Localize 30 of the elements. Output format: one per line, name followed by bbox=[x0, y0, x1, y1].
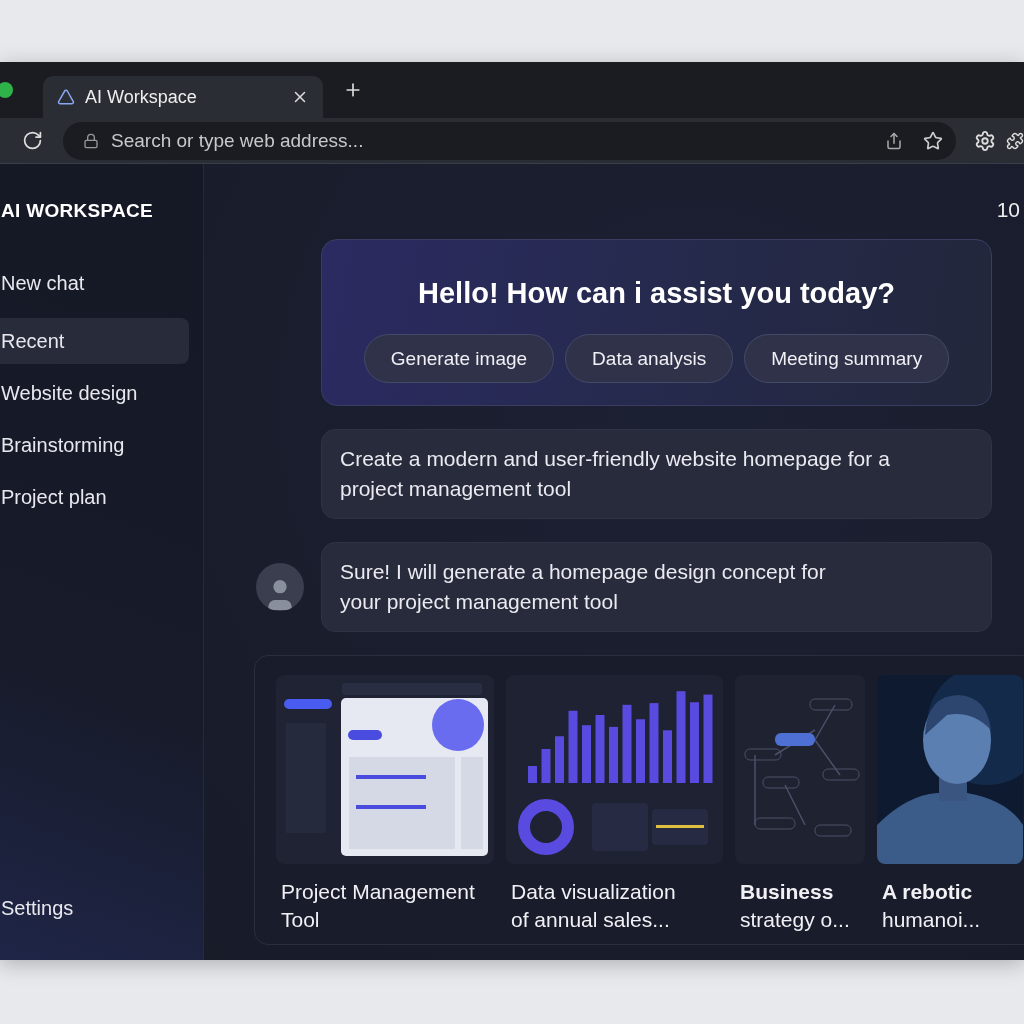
image-caption[interactable]: Data visualization of annual sales... bbox=[506, 878, 723, 934]
assistant-message: Sure! I will generate a homepage design concept for your project management tool bbox=[321, 542, 992, 632]
sidebar-item[interactable]: Recent bbox=[0, 318, 189, 364]
settings-item[interactable]: Settings bbox=[0, 885, 189, 931]
lock-icon bbox=[83, 132, 99, 149]
browser-tab[interactable]: AI Workspace bbox=[43, 76, 323, 118]
sidebar-title: AI WORKSPACE bbox=[0, 200, 155, 222]
sidebar-item[interactable]: Brainstorming bbox=[0, 422, 189, 468]
greeting-title: Hello! How can i assist you today? bbox=[418, 276, 895, 311]
puzzle-icon[interactable] bbox=[1006, 131, 1024, 150]
avatar-icon bbox=[256, 563, 304, 611]
sidebar-item[interactable]: Project plan bbox=[0, 474, 189, 520]
suggestion-chip[interactable]: Data analysis bbox=[565, 334, 734, 383]
sidebar-item[interactable]: New chat bbox=[0, 260, 189, 306]
star-icon[interactable] bbox=[923, 130, 943, 151]
tab-title: AI Workspace bbox=[85, 86, 198, 108]
user-message: Create a modern and user-friendly website homepage for a project management tool bbox=[321, 429, 992, 519]
sidebar-item[interactable]: Website design bbox=[0, 370, 189, 416]
suggestion-chip[interactable]: Generate image bbox=[363, 334, 555, 383]
settings-icon[interactable] bbox=[974, 129, 996, 152]
suggestion-chip[interactable]: Meeting summary bbox=[744, 334, 950, 383]
triangle-icon bbox=[57, 88, 75, 106]
image-caption[interactable]: Business strategy o... bbox=[735, 878, 865, 934]
reload-icon[interactable] bbox=[22, 130, 43, 151]
address-field[interactable]: Search or type web address... bbox=[63, 121, 956, 160]
image-caption[interactable]: Project Management Tool bbox=[276, 878, 494, 934]
window-control-dot[interactable] bbox=[0, 82, 13, 98]
share-icon[interactable] bbox=[885, 131, 903, 150]
image-caption[interactable]: A rebotic humanoi... bbox=[877, 878, 1023, 934]
counter: 10 bbox=[996, 197, 1020, 223]
